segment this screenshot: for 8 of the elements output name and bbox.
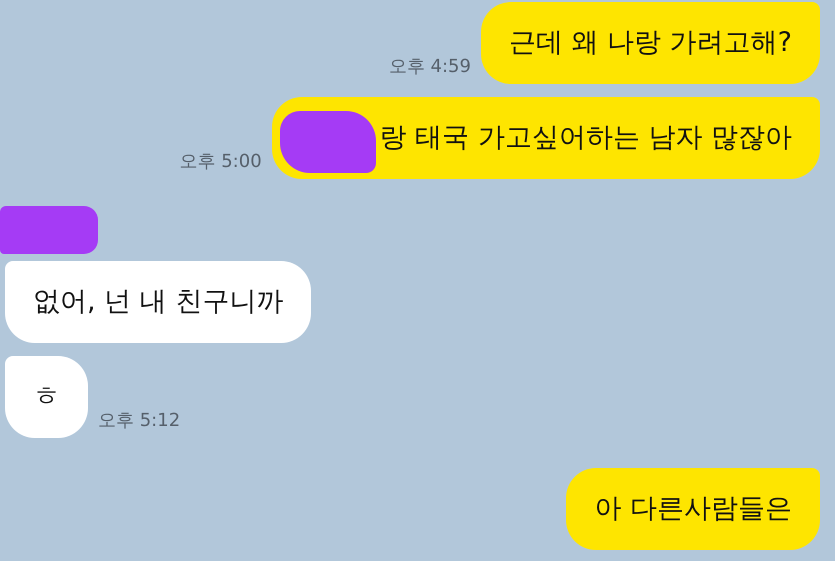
message-time: 오후 5:12 bbox=[98, 409, 180, 432]
message-bubble: 아 다른사람들은 bbox=[566, 468, 820, 550]
message-time: 오후 4:59 bbox=[388, 55, 471, 78]
message-time: 오후 5:00 bbox=[180, 150, 262, 173]
message-bubble: 없어, 넌 내 친구니까 bbox=[5, 261, 312, 343]
message-bubble: ㅎ bbox=[5, 356, 88, 438]
message-bubble: 랑 태국 가고싶어하는 남자 많잖아 bbox=[272, 97, 820, 179]
message-bubble: 근데 왜 나랑 가려고해? bbox=[480, 2, 820, 84]
